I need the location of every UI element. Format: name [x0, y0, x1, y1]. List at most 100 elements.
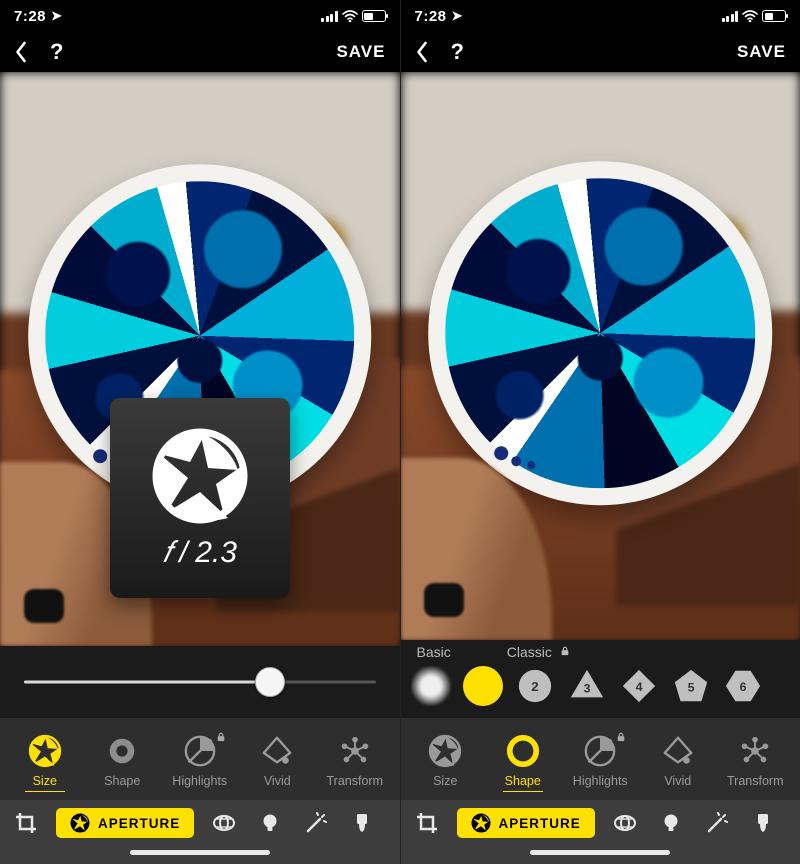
brush-button[interactable] — [346, 807, 378, 839]
help-button[interactable]: ? — [50, 39, 63, 65]
wand-button[interactable] — [701, 807, 733, 839]
save-button[interactable]: SAVE — [336, 42, 385, 62]
transform-icon — [338, 734, 372, 768]
tool-vivid[interactable]: Vivid — [241, 734, 313, 788]
slider-thumb[interactable] — [255, 667, 285, 697]
tool-label: Transform — [727, 774, 784, 788]
tool-label: Highlights — [573, 774, 628, 788]
aperture-icon — [428, 734, 462, 768]
highlights-icon — [183, 734, 217, 768]
tool-label: Size — [33, 774, 57, 788]
transform-icon — [738, 734, 772, 768]
tool-label: Shape — [104, 774, 140, 788]
photo-canvas[interactable]: 𝑓 / 2.3 — [0, 72, 400, 646]
aperture-value: 2.3 — [195, 536, 237, 569]
shape-poly-2[interactable]: 2 — [515, 666, 555, 706]
back-button[interactable] — [14, 41, 28, 63]
status-bar: 7:28 ➤ — [401, 0, 800, 32]
shape-poly-3[interactable]: 3 — [567, 666, 607, 706]
shape-poly-6[interactable]: 6 — [723, 666, 763, 706]
location-icon: ➤ — [452, 8, 463, 24]
aperture-mode-pill[interactable]: APERTURE — [56, 808, 194, 838]
tool-label: Highlights — [172, 774, 227, 788]
tool-vivid[interactable]: Vivid — [642, 734, 714, 788]
svg-text:4: 4 — [635, 680, 642, 694]
battery-icon — [362, 10, 386, 22]
back-button[interactable] — [415, 41, 429, 63]
brush-button[interactable] — [747, 807, 779, 839]
light-button[interactable] — [655, 807, 687, 839]
svg-text:3: 3 — [583, 682, 590, 696]
aperture-icon — [70, 813, 90, 833]
tool-highlights[interactable]: Highlights — [564, 734, 636, 788]
tool-size[interactable]: Size — [9, 734, 81, 788]
location-icon: ➤ — [51, 8, 62, 24]
bottom-toolbar: APERTURE — [401, 800, 800, 846]
pill-label: APERTURE — [98, 816, 180, 831]
control-panel: Size Shape Highlights Vivid — [0, 646, 400, 864]
lens-button[interactable] — [208, 807, 240, 839]
tool-label: Vivid — [664, 774, 691, 788]
battery-icon — [762, 10, 786, 22]
wifi-icon — [742, 10, 758, 22]
home-indicator[interactable] — [0, 846, 400, 864]
vivid-icon — [661, 734, 695, 768]
size-slider[interactable] — [24, 666, 376, 698]
tool-label: Size — [433, 774, 457, 788]
aperture-icon — [28, 734, 62, 768]
shape-group-classic: Classic — [507, 644, 570, 660]
aperture-icon — [471, 813, 491, 833]
aperture-icon — [150, 426, 250, 526]
wand-button[interactable] — [300, 807, 332, 839]
status-indicators — [722, 10, 787, 22]
status-time: 7:28 — [415, 8, 447, 25]
lock-icon — [560, 646, 570, 656]
wifi-icon — [342, 10, 358, 22]
aperture-tools: Size Shape Highlights Vivid — [0, 718, 400, 800]
svg-text:5: 5 — [687, 681, 694, 695]
tool-label: Shape — [505, 774, 541, 788]
crop-button[interactable] — [10, 807, 42, 839]
shape-picker: Basic Classic 2 3 4 5 6 — [401, 640, 800, 718]
pill-label: APERTURE — [499, 816, 581, 831]
tool-size[interactable]: Size — [409, 734, 481, 788]
phone-left: 7:28 ➤ ? SAVE 𝑓 — [0, 0, 400, 864]
control-panel: Basic Classic 2 3 4 5 6 — [401, 640, 800, 864]
aperture-value-card: 𝑓 / 2.3 — [110, 398, 290, 598]
tool-transform[interactable]: Transform — [319, 734, 391, 788]
lock-icon — [216, 731, 226, 745]
status-time: 7:28 — [14, 8, 46, 25]
aperture-mode-pill[interactable]: APERTURE — [457, 808, 595, 838]
lens-button[interactable] — [609, 807, 641, 839]
svg-text:6: 6 — [739, 680, 746, 694]
slider-fill — [24, 681, 270, 684]
shape-ring-icon — [506, 734, 540, 768]
home-indicator[interactable] — [401, 846, 800, 864]
highlights-icon — [583, 734, 617, 768]
light-button[interactable] — [254, 807, 286, 839]
bottom-toolbar: APERTURE — [0, 800, 400, 846]
shape-group-basic: Basic — [417, 644, 451, 660]
f-sep: / — [179, 536, 187, 569]
screenshot-stage: 7:28 ➤ ? SAVE 𝑓 — [0, 0, 800, 864]
tool-shape[interactable]: Shape — [487, 734, 559, 788]
tool-highlights[interactable]: Highlights — [164, 734, 236, 788]
photo-canvas[interactable] — [401, 72, 800, 640]
shape-circle-selected[interactable] — [463, 666, 503, 706]
help-button[interactable]: ? — [451, 39, 464, 65]
shape-soft[interactable] — [411, 666, 451, 706]
tool-transform[interactable]: Transform — [719, 734, 791, 788]
svg-text:2: 2 — [531, 679, 538, 694]
shape-poly-4[interactable]: 4 — [619, 666, 659, 706]
crop-button[interactable] — [411, 807, 443, 839]
status-indicators — [321, 10, 386, 22]
vivid-icon — [260, 734, 294, 768]
cellular-icon — [321, 11, 338, 22]
save-button[interactable]: SAVE — [737, 42, 786, 62]
tool-shape[interactable]: Shape — [86, 734, 158, 788]
lock-icon — [616, 731, 626, 745]
shape-poly-5[interactable]: 5 — [671, 666, 711, 706]
phone-right: 7:28 ➤ ? SAVE B — [400, 0, 800, 864]
subject-plate — [428, 161, 772, 505]
status-bar: 7:28 ➤ — [0, 0, 400, 32]
